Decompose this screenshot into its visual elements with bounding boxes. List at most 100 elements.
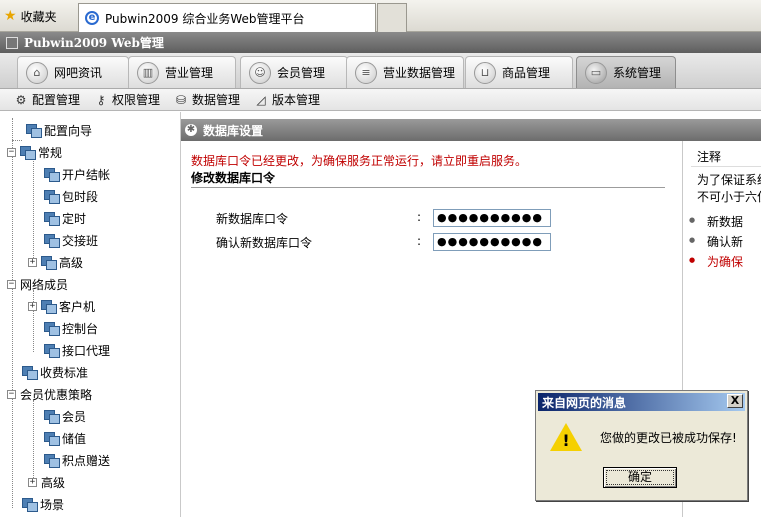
tree-node-scene[interactable]: 场景: [22, 494, 64, 514]
close-icon[interactable]: X: [727, 394, 743, 408]
tree-label: 会员优惠策略: [20, 387, 93, 402]
tree-label: 高级: [41, 475, 66, 490]
tab-goods[interactable]: ⊔ 商品管理: [465, 56, 573, 88]
dialog-title-bar[interactable]: 来自网页的消息: [538, 393, 745, 411]
subnav-version-label: 版本管理: [272, 93, 321, 107]
tree-node-open-close[interactable]: 开户结帐: [44, 164, 110, 184]
tree-node-network-members[interactable]: − 网络成员: [7, 274, 68, 294]
collapse-icon[interactable]: −: [7, 279, 16, 289]
expand-icon[interactable]: +: [28, 257, 37, 267]
tree-node-billing-standard[interactable]: 收费标准: [22, 362, 88, 382]
node-icon: [44, 410, 60, 424]
tab-business-data-label: 营业数据管理: [383, 66, 456, 80]
ok-button[interactable]: 确定: [603, 467, 677, 488]
tab-members[interactable]: ☺ 会员管理: [240, 56, 348, 88]
tree-node-general[interactable]: − 常规: [7, 142, 62, 162]
tree-node-timing[interactable]: 定时: [44, 208, 86, 228]
sidebar-tree: 配置向导 − 常规 开户结帐 包时段 定时 交接班 + 高级 − 网络成员 + …: [0, 112, 181, 517]
tree-node-advanced-2[interactable]: + 高级: [28, 472, 65, 492]
monitor-icon: ▭: [585, 61, 607, 84]
collapse-icon[interactable]: −: [7, 389, 16, 399]
notes-bullet: 确认新: [689, 233, 743, 250]
new-password-field[interactable]: ●●●●●●●●●●: [433, 209, 551, 227]
new-password-label: 新数据库口令: [216, 212, 289, 226]
app-title: Pubwin2009 Web管理: [24, 36, 164, 50]
node-icon: [26, 124, 42, 138]
subnav-permissions[interactable]: ⚷ 权限管理: [94, 91, 160, 108]
confirm-password-label: 确认新数据库口令: [216, 236, 313, 250]
content-title: 数据库设置: [203, 123, 264, 138]
expand-icon[interactable]: +: [28, 477, 37, 487]
main-nav: ⌂ 网吧资讯 ▥ 营业管理 ☺ 会员管理 ≡ 营业数据管理 ⊔ 商品管理 ▭ 系…: [0, 53, 761, 89]
subnav-config-label: 配置管理: [32, 93, 81, 107]
settings-icon: ✱: [185, 124, 197, 136]
node-icon: [44, 212, 60, 226]
tree-node-console[interactable]: 控制台: [44, 318, 98, 338]
node-icon: [44, 454, 60, 468]
tree-node-client[interactable]: + 客户机: [28, 296, 95, 316]
chart-icon: ▥: [137, 61, 159, 84]
notes-text: 为了保证系统: [697, 173, 761, 187]
tree-label: 配置向导: [44, 123, 93, 138]
subnav-config[interactable]: ⚙ 配置管理: [14, 91, 80, 108]
browser-tab-active[interactable]: e Pubwin2009 综合业务Web管理平台: [78, 3, 376, 32]
tree-node-stored-value[interactable]: 储值: [44, 428, 86, 448]
tree-node-points-gift[interactable]: 积点赠送: [44, 450, 110, 470]
tab-news-label: 网吧资讯: [54, 66, 103, 80]
tree-node-config-wizard[interactable]: 配置向导: [12, 120, 93, 141]
notes-bullet: 新数据: [689, 213, 743, 230]
tab-business-label: 营业管理: [165, 66, 214, 80]
notes-text: 不可小于六位: [697, 190, 761, 204]
node-icon: [44, 432, 60, 446]
tree-node-member[interactable]: 会员: [44, 406, 86, 426]
node-icon: [22, 366, 38, 380]
browser-tab-title: Pubwin2009 综合业务Web管理平台: [105, 11, 305, 26]
notes-divider: [691, 166, 761, 167]
subnav-permissions-label: 权限管理: [112, 93, 161, 107]
node-icon: [22, 498, 38, 512]
tab-system-label: 系统管理: [613, 66, 662, 80]
expand-icon[interactable]: +: [28, 301, 37, 311]
node-icon: [44, 168, 60, 182]
tree-label: 收费标准: [40, 365, 89, 380]
star-icon: ★: [4, 8, 17, 24]
subnav-version[interactable]: ◿ 版本管理: [254, 91, 320, 108]
browser-tab-bar: ★ 收藏夹 e Pubwin2009 综合业务Web管理平台: [0, 0, 761, 32]
database-icon: ⛁: [176, 92, 187, 107]
tree-label: 积点赠送: [62, 453, 111, 468]
tree-node-time-package[interactable]: 包时段: [44, 186, 98, 206]
tree-node-member-discount[interactable]: − 会员优惠策略: [7, 384, 92, 404]
tree-label: 定时: [62, 211, 87, 226]
collapse-icon[interactable]: −: [7, 147, 16, 157]
node-icon: [44, 234, 60, 248]
tab-business[interactable]: ▥ 营业管理: [128, 56, 236, 88]
node-icon: [41, 256, 57, 270]
node-icon: [44, 322, 60, 336]
tree-node-api-proxy[interactable]: 接口代理: [44, 340, 110, 360]
tree-label: 交接班: [62, 233, 99, 248]
tree-guide: [12, 118, 13, 508]
document-icon: ≡: [355, 61, 377, 84]
tree-node-advanced-1[interactable]: + 高级: [28, 252, 83, 272]
tree-label: 开户结帐: [62, 167, 111, 182]
tree-node-shift[interactable]: 交接班: [44, 230, 98, 250]
gear-icon: ⚙: [15, 92, 27, 107]
key-icon: ⚷: [96, 92, 106, 107]
version-icon: ◿: [256, 92, 266, 107]
browser-new-tab[interactable]: [377, 3, 407, 32]
form-divider: [191, 187, 665, 188]
confirm-password-field[interactable]: ●●●●●●●●●●: [433, 233, 551, 251]
tree-label: 客户机: [59, 299, 96, 314]
tree-guide: [33, 158, 34, 264]
notes-title: 注释: [697, 150, 722, 164]
tab-system[interactable]: ▭ 系统管理: [576, 56, 676, 88]
user-icon: ☺: [249, 61, 271, 84]
tree-label: 接口代理: [62, 343, 111, 358]
favorites-button[interactable]: ★ 收藏夹: [4, 7, 57, 25]
tree-label: 储值: [62, 431, 87, 446]
subnav-data[interactable]: ⛁ 数据管理: [174, 91, 240, 108]
tab-news[interactable]: ⌂ 网吧资讯: [17, 56, 129, 88]
tab-business-data[interactable]: ≡ 营业数据管理: [346, 56, 464, 88]
app-logo-icon: [6, 36, 18, 49]
colon: :: [417, 210, 422, 224]
